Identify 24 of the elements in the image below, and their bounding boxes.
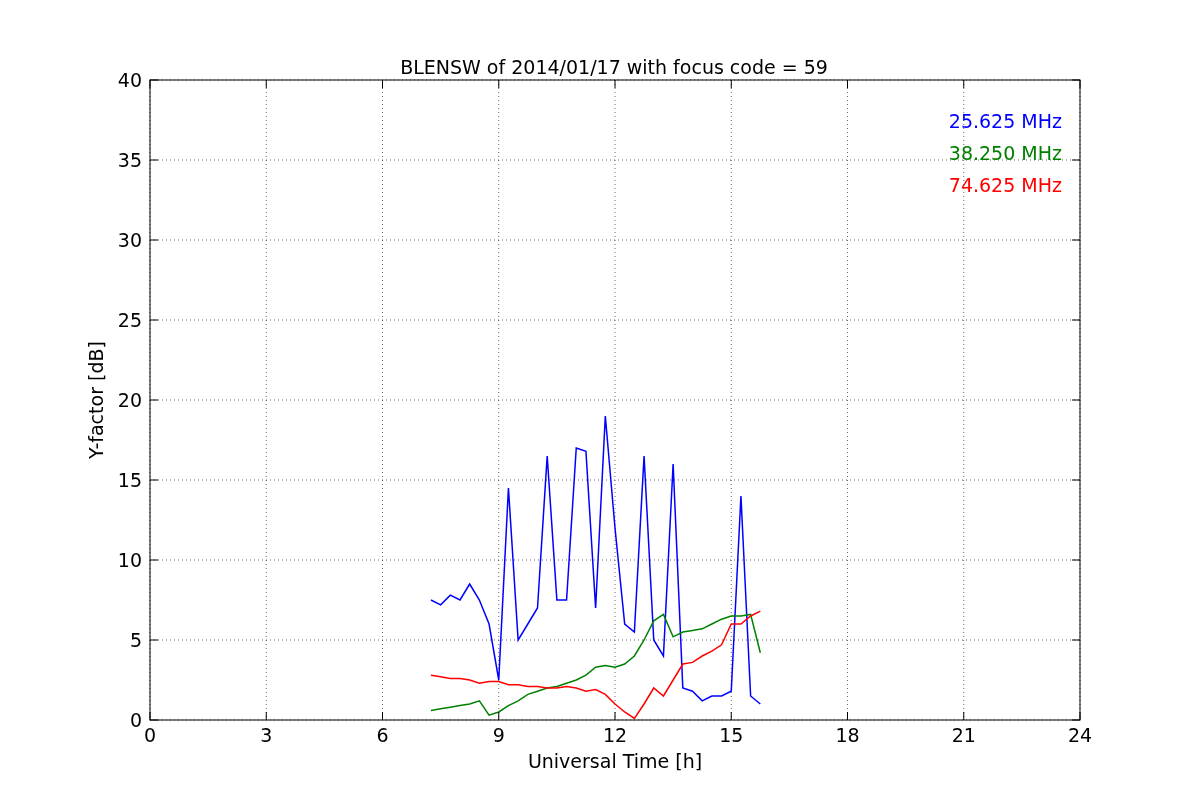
tick-label: 5 bbox=[129, 629, 142, 651]
tick-label: 40 bbox=[117, 69, 142, 91]
tick-label: 0 bbox=[129, 709, 142, 731]
tick-label: 0 bbox=[143, 724, 157, 746]
tick-label: 12 bbox=[602, 724, 628, 746]
axis-label: Universal Time [h] bbox=[527, 750, 703, 772]
tick-label: 15 bbox=[117, 469, 142, 491]
tick-label: 10 bbox=[117, 549, 142, 571]
legend-label: 25.625 MHz bbox=[948, 110, 1062, 132]
tick-label: 25 bbox=[117, 309, 142, 331]
tick-label: 30 bbox=[117, 229, 142, 251]
tick-label: 20 bbox=[117, 389, 142, 411]
tick-label: 3 bbox=[260, 724, 273, 746]
tick-label: 9 bbox=[492, 724, 505, 746]
tick-label: 21 bbox=[951, 724, 976, 746]
plot-title: BLENSW of 2014/01/17 with focus code = 59 bbox=[400, 56, 828, 78]
tick-label: 35 bbox=[117, 149, 142, 171]
legend-label: 38.250 MHz bbox=[948, 142, 1062, 164]
tick-label: 15 bbox=[719, 724, 744, 746]
tick-label: 6 bbox=[376, 724, 389, 746]
tick-label: 18 bbox=[835, 724, 860, 746]
legend-label: 74.625 MHz bbox=[948, 174, 1062, 196]
tick-label: 24 bbox=[1067, 724, 1093, 746]
axis-label: Y-factor [dB] bbox=[85, 341, 107, 459]
